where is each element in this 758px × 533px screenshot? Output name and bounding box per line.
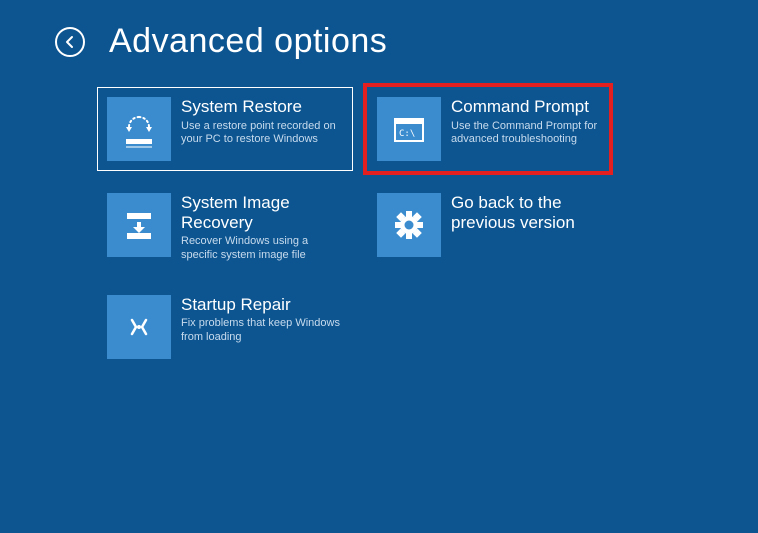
tile-title: System Restore [181, 97, 343, 117]
back-button[interactable] [55, 27, 85, 57]
system-image-recovery-tile[interactable]: System Image Recovery Recover Windows us… [97, 183, 353, 273]
system-restore-tile[interactable]: System Restore Use a restore point recor… [97, 87, 353, 171]
page-title: Advanced options [109, 22, 387, 61]
go-back-tile[interactable]: Go back to the previous version [367, 183, 609, 273]
startup-repair-tile[interactable]: Startup Repair Fix problems that keep Wi… [97, 285, 353, 369]
tile-title: Go back to the previous version [451, 193, 599, 232]
options-grid: System Restore Use a restore point recor… [97, 87, 609, 369]
system-restore-icon [107, 97, 171, 161]
system-image-recovery-icon [107, 193, 171, 257]
tile-title: System Image Recovery [181, 193, 343, 232]
arrow-left-icon [63, 35, 77, 49]
settings-gear-icon [377, 193, 441, 257]
command-prompt-tile[interactable]: C:\ Command Prompt Use the Command Promp… [367, 87, 609, 171]
tile-desc: Recover Windows using a specific system … [181, 235, 343, 263]
tile-desc: Use a restore point recorded on your PC … [181, 120, 343, 148]
tile-desc: Fix problems that keep Windows from load… [181, 317, 343, 345]
command-prompt-icon: C:\ [377, 97, 441, 161]
svg-text:C:\: C:\ [399, 129, 415, 139]
tile-desc: Use the Command Prompt for advanced trou… [451, 120, 599, 148]
tile-title: Startup Repair [181, 295, 343, 315]
startup-repair-icon [107, 295, 171, 359]
tile-title: Command Prompt [451, 97, 599, 117]
